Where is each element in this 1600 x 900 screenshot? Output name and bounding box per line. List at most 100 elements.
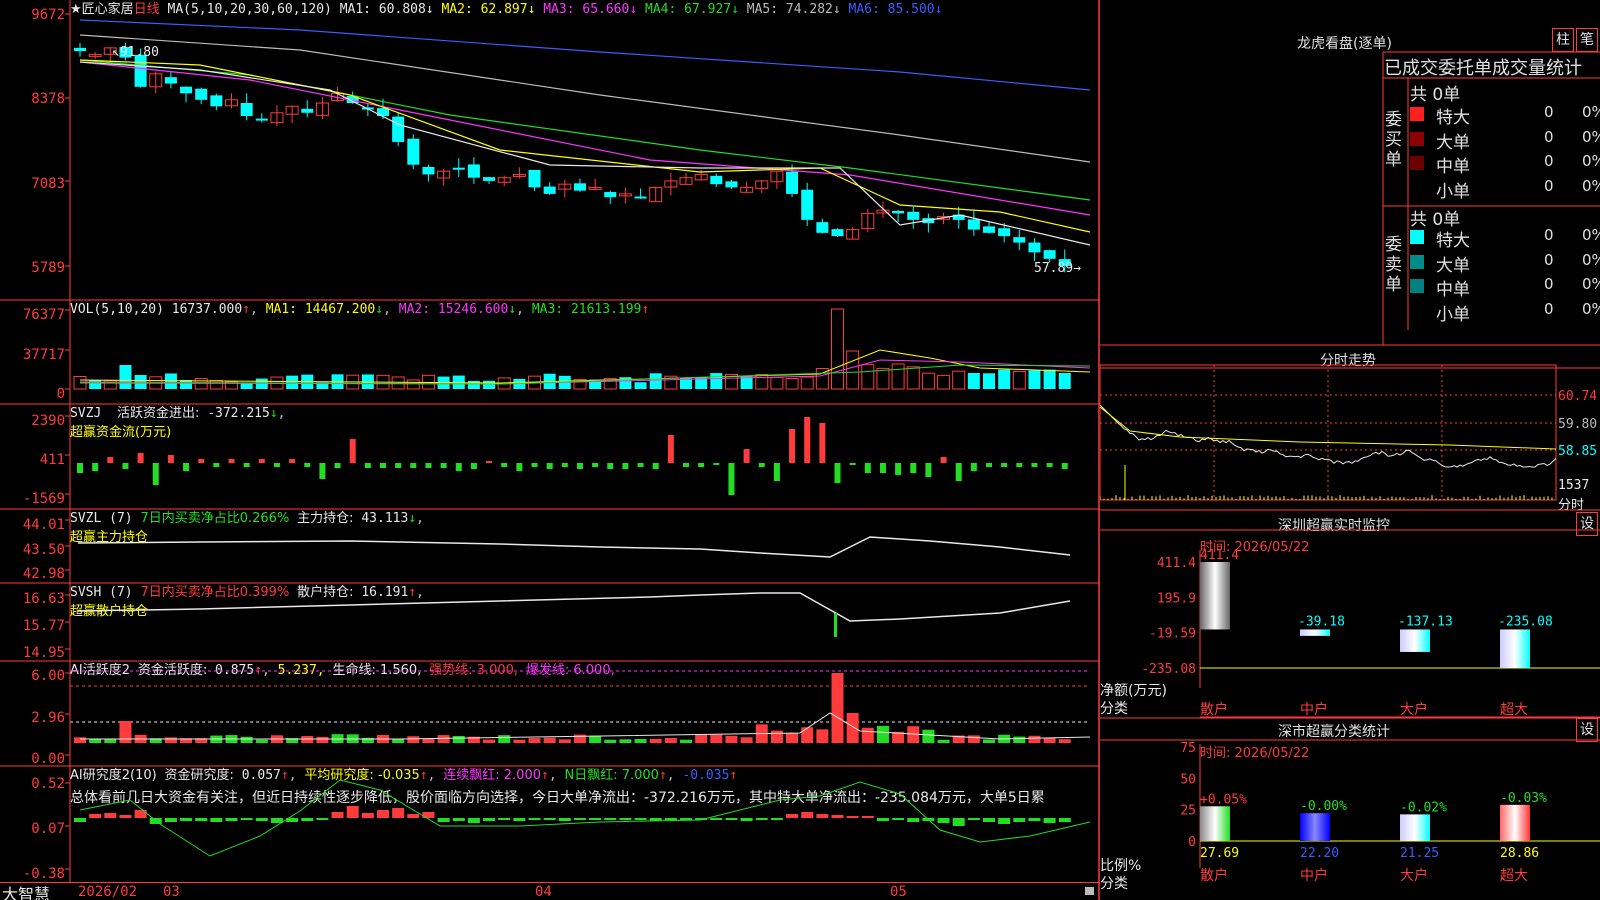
candle-down xyxy=(74,47,86,52)
research-bar-down xyxy=(240,818,253,820)
candle-down xyxy=(983,226,995,233)
high-label: ↖91.80 xyxy=(112,45,159,60)
candle-down xyxy=(710,175,723,185)
research-bar-up xyxy=(346,806,359,818)
flow-bar-out xyxy=(183,463,190,471)
activity-bar-up xyxy=(164,737,177,743)
monitor-category: 散户 xyxy=(1200,701,1228,718)
flow-bar-out xyxy=(698,463,705,467)
candle-down xyxy=(725,181,738,188)
research-bar-up xyxy=(846,816,859,818)
volume-pane[interactable]: 76377 37717 0 VOL(5,10,20) 16737.000↑, M… xyxy=(0,300,1100,404)
flow-bar-out xyxy=(92,463,99,471)
flow-bar-out xyxy=(955,463,962,481)
price-pane[interactable]: 9672 8378 7083 5789 ★匠心家居日线 MA(5,10,20,3… xyxy=(0,0,1100,300)
svzj-pane[interactable]: 2390 411 -1569 SVZJ 活跃资金进出: -372.215↓, 超… xyxy=(0,404,1100,509)
research-bar-up xyxy=(407,814,420,818)
monitor-axis-tick: -235.08 xyxy=(1141,662,1196,677)
monitor-category: 大户 xyxy=(1400,701,1428,718)
tab-executed[interactable]: 已成交 xyxy=(1384,58,1438,79)
classify-bar-value: 27.69 xyxy=(1200,846,1239,861)
volume-bar-up xyxy=(406,379,420,390)
flow-bar-out xyxy=(1046,463,1053,467)
bar-toggle-button[interactable]: 柱 xyxy=(1552,28,1574,52)
research-bar-down xyxy=(452,818,465,821)
volume-bar-up xyxy=(846,350,860,390)
candle-down xyxy=(967,219,980,230)
date-start: 2026/02 xyxy=(78,884,138,900)
candle-down xyxy=(1043,250,1056,259)
activity-bar-up xyxy=(649,738,662,743)
candle-down xyxy=(180,86,193,94)
volume-bar-up xyxy=(209,379,223,390)
activity-bar-up xyxy=(846,713,859,743)
monitor-bar-value: -235.08 xyxy=(1498,614,1553,629)
activity-bar-down xyxy=(1013,736,1026,743)
monitor-chart: 411.4 195.9 -19.59 -235.08 411.4 散户 -39.18 中户 -1… xyxy=(1141,548,1600,718)
research-bar-down xyxy=(528,818,541,820)
monitor-panel[interactable]: 深圳超赢实时监控 设 时间: 2026/05/22 411.4 195.9 -19.… xyxy=(1100,510,1600,718)
intraday-label-2: 59.80 xyxy=(1558,417,1598,432)
activity-bar-up xyxy=(770,730,783,743)
tick-toggle-button[interactable]: 笔 xyxy=(1576,28,1598,52)
intraday-label-3: 58.85 xyxy=(1558,444,1598,459)
svsh-pane[interactable]: 16.63 15.77 14.95 SVSH (7) 7日内买卖净占比0.399… xyxy=(0,583,1100,661)
candle-down xyxy=(422,166,435,175)
ai-research-pane[interactable]: 0.52 0.07 -0.38 AI研究度2(10) 资金研究度: 0.057↑… xyxy=(0,766,1100,882)
ai-research-bars xyxy=(74,779,1091,857)
activity-bar-up xyxy=(483,739,496,743)
volume-bar-up xyxy=(831,308,844,390)
flow-bar-out xyxy=(546,463,553,469)
volume-bar-up xyxy=(952,370,966,390)
activity-bar-up xyxy=(513,739,526,743)
volume-bar-down xyxy=(483,380,496,389)
candlestick-chart[interactable] xyxy=(0,0,1100,300)
monitor-xlabel: 分类 xyxy=(1100,701,1128,717)
order-pct: 0% xyxy=(1582,103,1600,121)
candle-down xyxy=(240,103,253,117)
flow-bar-out xyxy=(773,463,780,481)
research-bar-down xyxy=(1058,818,1071,822)
ai-activity-pane[interactable]: 6.00 2.96 0.00 AI活跃度2 资金活跃度: 0.875↑, 5.2… xyxy=(0,661,1100,766)
flow-bar-out xyxy=(895,463,902,475)
date-m3: 05 xyxy=(890,884,907,900)
tab-orders[interactable]: 委托单 xyxy=(1438,58,1492,79)
flow-bar-in xyxy=(667,435,674,463)
intraday-panel[interactable]: 分时走势 60.74 59.80 58.85 1537 分时 xyxy=(1100,345,1600,510)
order-color-swatch xyxy=(1410,107,1424,121)
volume-bar-up xyxy=(906,366,920,390)
svsh-line xyxy=(77,592,1071,637)
activity-bar-down xyxy=(922,729,935,743)
research-bar-up xyxy=(801,812,814,818)
order-color-swatch xyxy=(1410,279,1424,293)
classify-panel[interactable]: 深市超赢分类统计 设 时间: 2026/05/22 75 50 25 0 +0.05% 2… xyxy=(1100,718,1600,900)
tab-volume-stats[interactable]: 成交量统计 xyxy=(1492,58,1582,79)
volume-bar-down xyxy=(467,380,480,389)
order-row: 小单 0 0% xyxy=(1410,177,1600,202)
flow-bar-out xyxy=(986,463,992,467)
classify-bar xyxy=(1400,814,1430,841)
app-logo[interactable]: 大智慧 xyxy=(2,883,50,900)
research-bar-down xyxy=(437,818,450,822)
candle-down xyxy=(634,196,647,199)
ai-activity-bars xyxy=(70,670,1091,743)
flow-bar-in xyxy=(289,459,296,463)
order-pct: 0% xyxy=(1582,226,1600,244)
flow-bar-out xyxy=(273,463,280,467)
svzl-pane[interactable]: 44.01 43.50 42.98 SVZL (7) 7日内买卖净占比0.266… xyxy=(0,509,1100,583)
volume-bar-up xyxy=(755,373,769,390)
classify-ylabel: 比例% xyxy=(1100,858,1142,874)
activity-bar-down xyxy=(937,739,950,743)
activity-bar-up xyxy=(558,739,571,743)
research-bar-down xyxy=(1028,818,1041,821)
activity-bar-up xyxy=(664,737,677,743)
candle-down xyxy=(255,118,268,121)
order-type: 中单 xyxy=(1436,157,1470,177)
svzj-bars xyxy=(77,417,1068,495)
order-row: 大单 0 0% xyxy=(1410,128,1600,153)
flow-bar-in xyxy=(228,459,235,463)
activity-bar-up xyxy=(437,735,450,743)
research-bar-down xyxy=(558,818,571,821)
monitor-axis-tick: 195.9 xyxy=(1157,591,1196,606)
candle-down xyxy=(528,169,541,188)
